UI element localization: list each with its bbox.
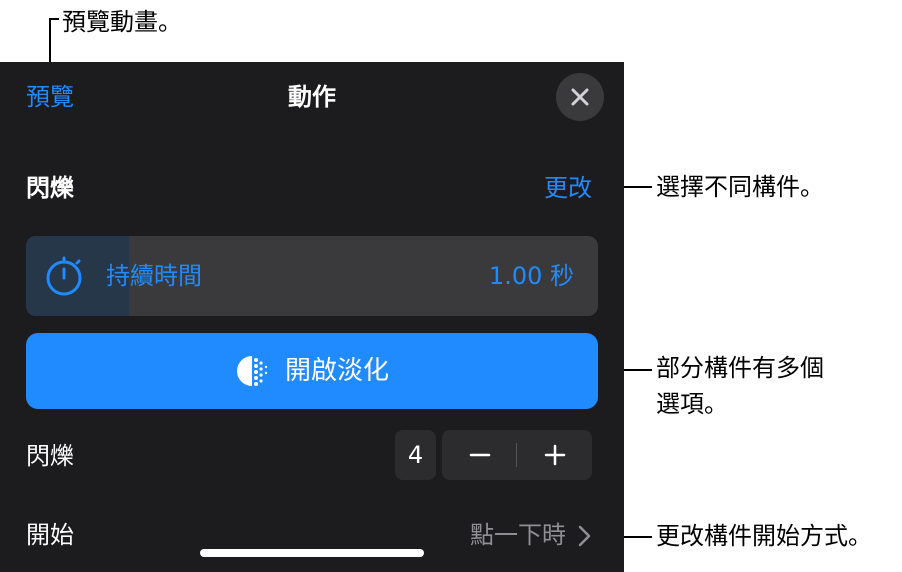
panel-title: 動作 bbox=[288, 83, 336, 111]
start-label: 開始 bbox=[26, 521, 74, 549]
blink-count-stepper bbox=[442, 430, 592, 480]
callout-line-preview-tick bbox=[49, 18, 59, 20]
callout-start: 更改構件開始方式。 bbox=[656, 522, 872, 550]
stopwatch-icon bbox=[46, 256, 82, 296]
fade-button[interactable]: 開啟淡化 bbox=[26, 333, 598, 409]
decrement-button[interactable] bbox=[442, 430, 517, 480]
effect-name: 閃爍 bbox=[26, 174, 74, 202]
chevron-right-icon[interactable] bbox=[576, 524, 592, 548]
callout-options-line2: 選項。 bbox=[656, 390, 728, 418]
minus-icon bbox=[469, 453, 490, 457]
start-value[interactable]: 點一下時 bbox=[470, 518, 566, 552]
fade-button-label: 開啟淡化 bbox=[284, 356, 389, 386]
close-button[interactable] bbox=[556, 73, 604, 121]
blink-count-label: 閃爍 bbox=[26, 442, 74, 470]
fade-icon bbox=[236, 356, 268, 386]
duration-value: 1.00 秒 bbox=[488, 262, 574, 290]
increment-button[interactable] bbox=[517, 430, 592, 480]
change-effect-button[interactable]: 更改 bbox=[544, 171, 592, 205]
home-indicator bbox=[200, 549, 424, 557]
duration-slider[interactable]: 持續時間 1.00 秒 bbox=[26, 236, 598, 316]
animation-panel: 預覽 動作 閃爍 更改 持續時間 1.00 秒 開啟淡化 閃爍 4 開始 點一下… bbox=[0, 62, 624, 572]
close-icon bbox=[571, 88, 589, 106]
callout-change: 選擇不同構件。 bbox=[656, 173, 824, 201]
blink-count-value: 4 bbox=[395, 430, 436, 480]
callout-options-line1: 部分構件有多個 bbox=[656, 354, 824, 382]
callout-preview: 預覽動畫。 bbox=[62, 8, 182, 36]
plus-icon bbox=[544, 444, 565, 466]
duration-label: 持續時間 bbox=[106, 262, 202, 290]
